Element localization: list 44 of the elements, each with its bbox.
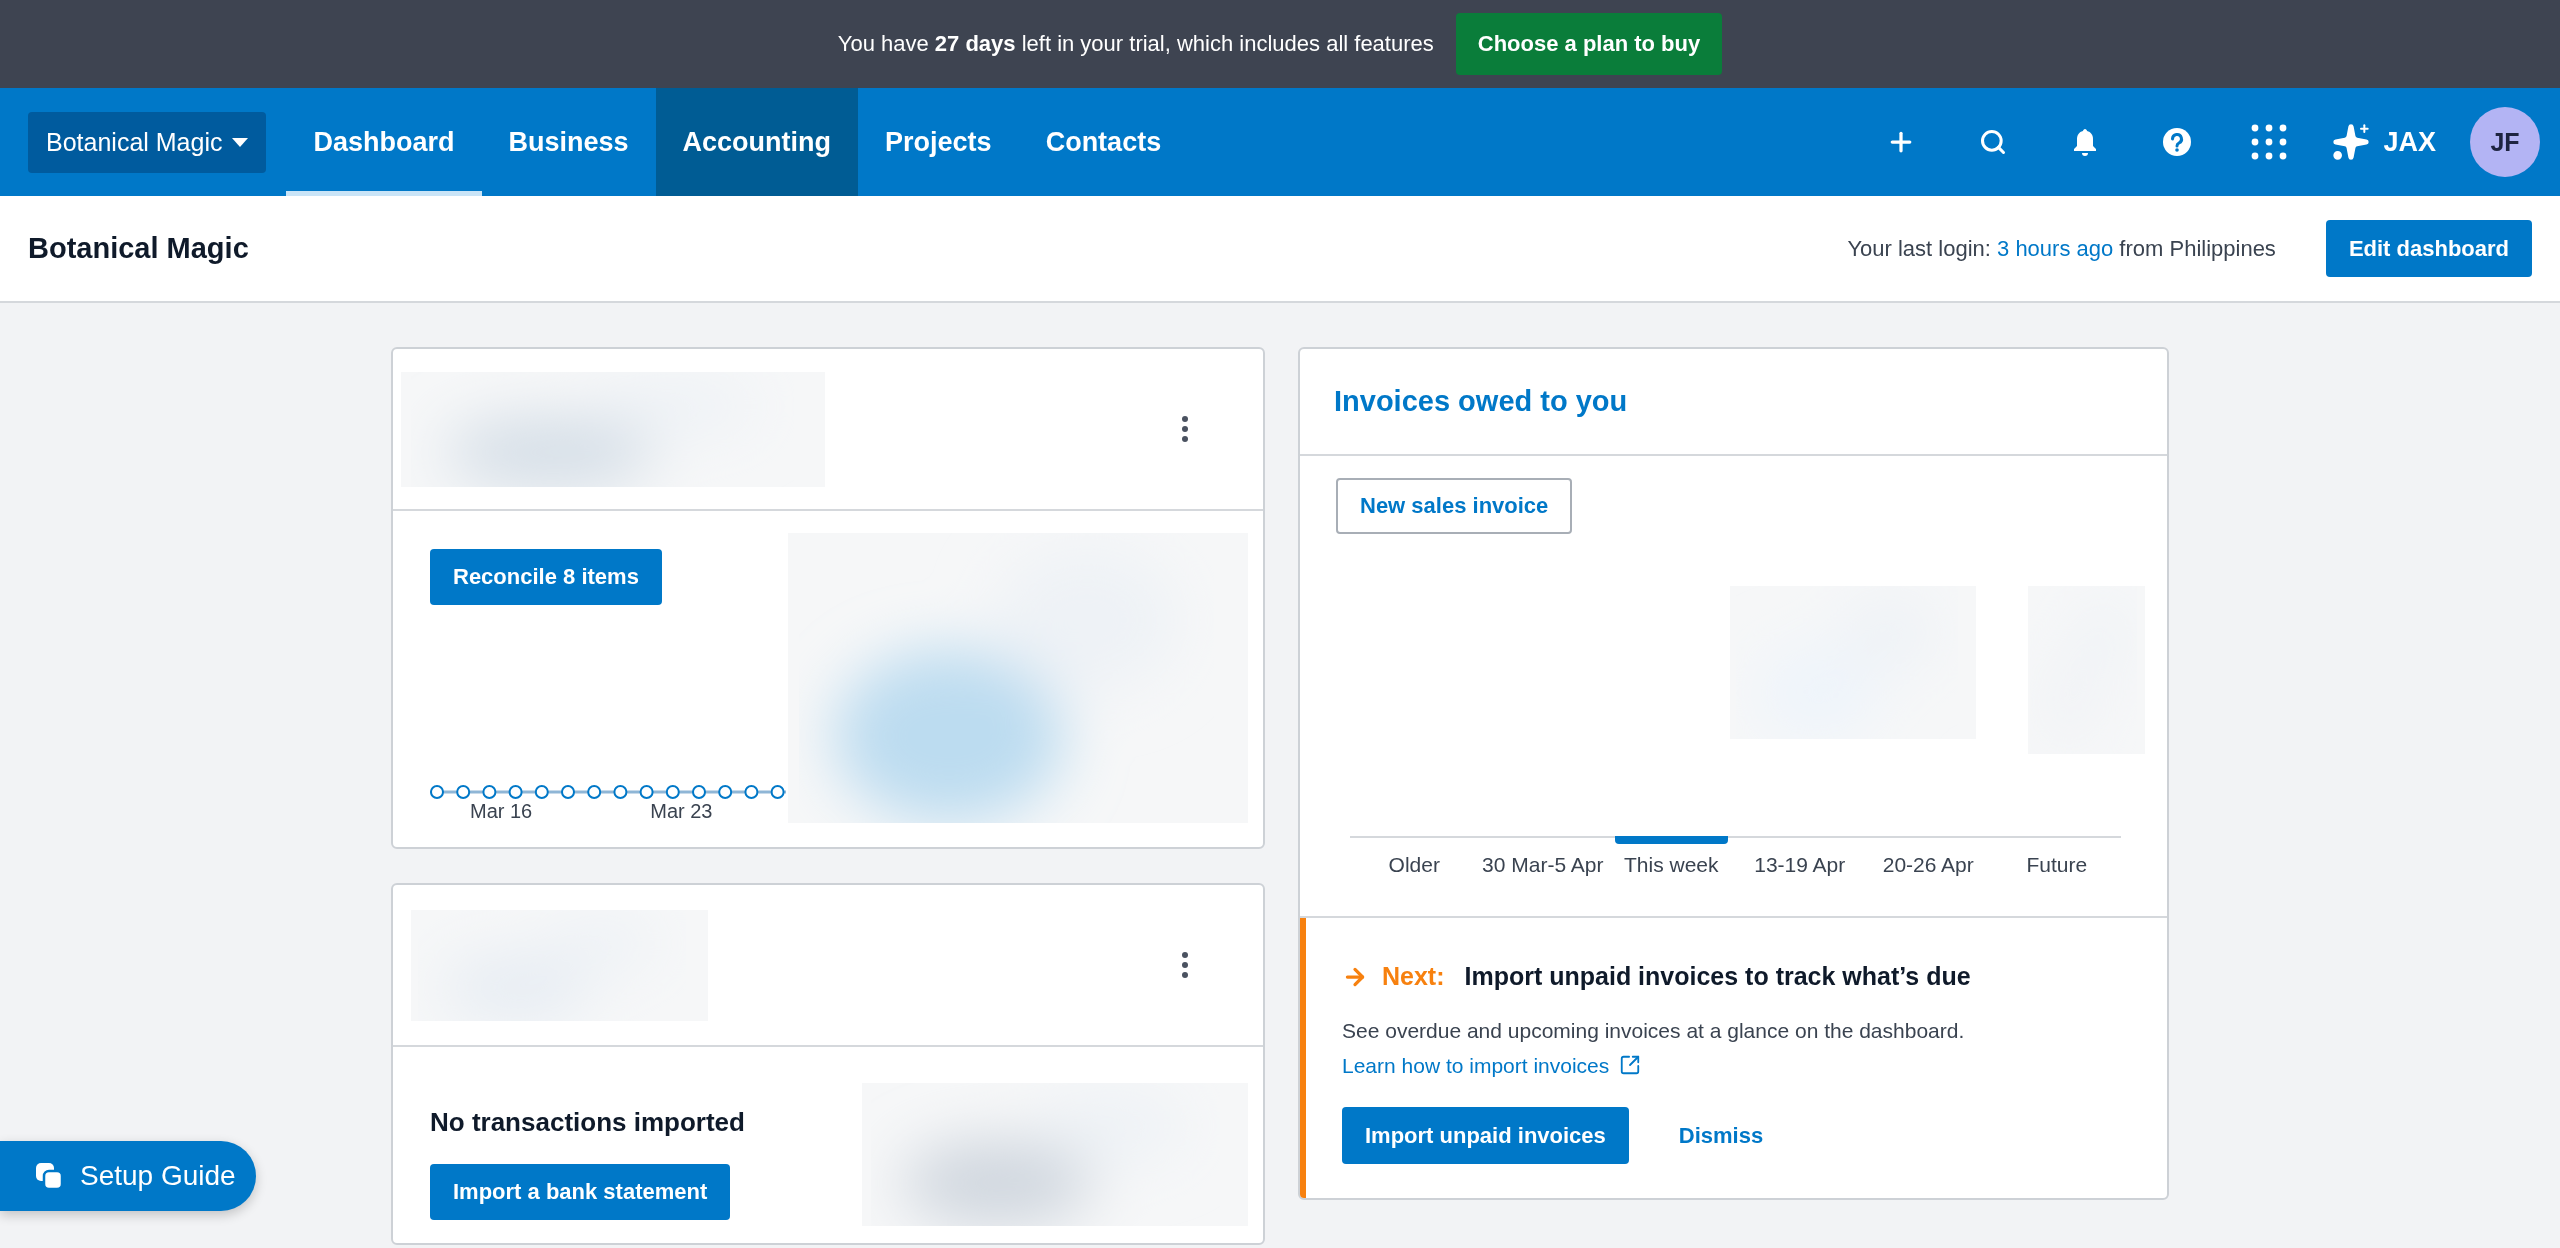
next-step-description: See overdue and upcoming invoices at a glance on the dashboard. Learn how to import invoices [1342,1018,1966,1079]
external-link-icon [1619,1054,1642,1076]
reconcile-button[interactable]: Reconcile 8 items [430,549,662,605]
period-label[interactable]: 13-19 Apr [1754,853,1846,877]
guide-icon [34,1161,64,1191]
new-invoice-button[interactable]: New sales invoice [1336,478,1573,534]
help-icon [2163,128,2192,156]
caret-icon [232,137,249,147]
search-icon [1979,128,2008,156]
last-login-text: Your last login: 3 hours ago from Philippines [1847,235,2276,262]
dismiss-link[interactable]: Dismiss [1678,1122,1764,1149]
nav-tab[interactable]: Contacts [1018,88,1189,196]
trial-message: You have 27 days left in your trial, which includes all features [837,31,1434,57]
nav-tab[interactable]: Business [481,88,656,196]
period-label[interactable]: Older [1388,853,1440,877]
period-label[interactable]: 20-26 Apr [1882,853,1974,877]
nav-tab[interactable]: Dashboard [286,88,482,196]
period-label[interactable]: This week [1624,853,1719,877]
learn-more-link[interactable]: Learn how to import invoices [1342,1054,1610,1077]
edit-dashboard-button[interactable]: Edit dashboard [2325,220,2532,277]
card-title: Invoices owed to you [1300,349,2167,456]
date-label: Mar 23 [650,800,713,823]
assistant-button[interactable]: JAX [2325,121,2442,163]
page-title: Botanical Magic [28,232,249,265]
import-invoices-button[interactable]: Import unpaid invoices [1342,1107,1629,1164]
next-label: Next: [1382,962,1445,991]
kebab-menu-icon [1181,952,1189,978]
sparkle-icon [2331,122,2372,162]
setup-guide-button[interactable]: Setup Guide [0,1141,256,1211]
date-label: Mar 16 [470,800,533,823]
kebab-menu-icon [1181,416,1189,442]
organisation-switcher[interactable]: Botanical Magic [28,111,267,173]
next-step-title: Import unpaid invoices to track what’s due [1464,962,1971,991]
app-grid-icon [2251,124,2288,160]
nav-tab[interactable]: Accounting [655,88,859,196]
period-label[interactable]: 30 Mar-5 Apr [1482,853,1604,877]
choose-plan-button[interactable]: Choose a plan to buy [1455,13,1723,75]
empty-message: No transactions imported [430,1107,746,1138]
period-label[interactable]: Future [2026,853,2088,877]
nav-tab[interactable]: Projects [858,88,1019,196]
import-statement-button[interactable]: Import a bank statement [430,1164,731,1220]
bell-icon [2073,128,2098,156]
user-avatar[interactable]: JF [2470,107,2540,177]
last-login-link[interactable]: 3 hours ago [1997,235,2114,261]
